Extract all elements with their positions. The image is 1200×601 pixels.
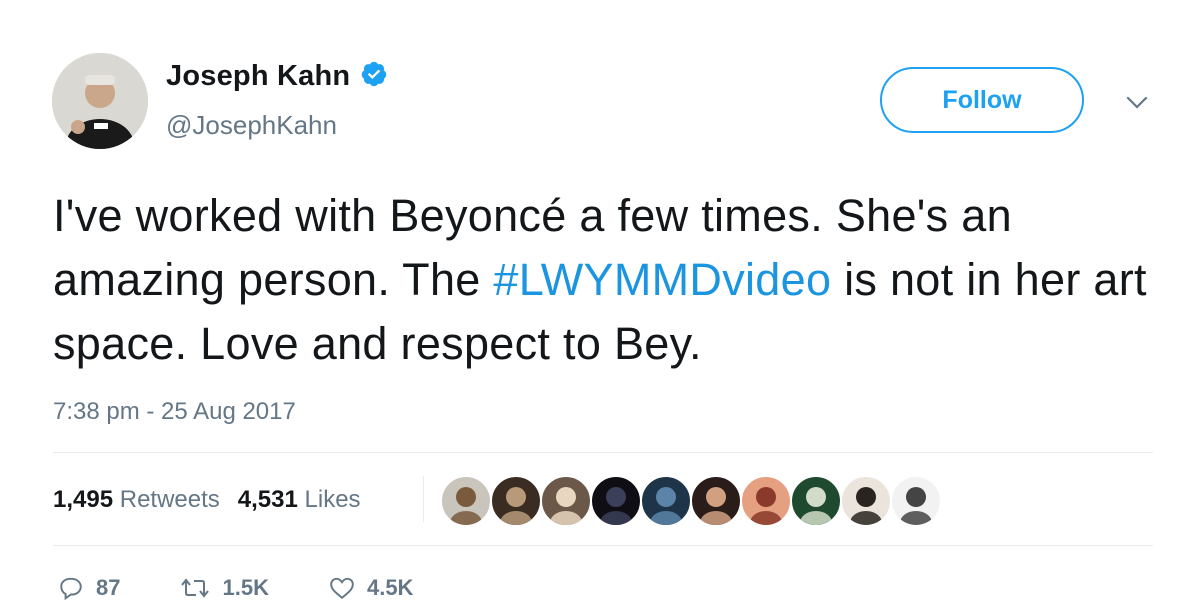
divider xyxy=(53,545,1153,546)
verified-badge-icon xyxy=(360,60,388,93)
liker-avatar[interactable] xyxy=(790,475,842,527)
author-name[interactable]: Joseph Kahn xyxy=(166,60,350,93)
author-avatar[interactable] xyxy=(52,53,148,149)
retweets-count: 1,495 xyxy=(53,486,114,513)
liker-avatar[interactable] xyxy=(440,475,492,527)
reply-count: 87 xyxy=(96,575,121,600)
reply-button[interactable]: 87 xyxy=(58,575,120,601)
liker-avatar[interactable] xyxy=(840,475,892,527)
liker-avatar[interactable] xyxy=(540,475,592,527)
liker-avatar[interactable] xyxy=(490,475,542,527)
liker-avatar[interactable] xyxy=(590,475,642,527)
profile-photo-icon xyxy=(52,53,148,149)
author-name-row: Joseph Kahn xyxy=(166,60,388,93)
liker-avatars xyxy=(440,475,942,527)
reply-icon xyxy=(60,577,82,600)
heart-icon xyxy=(330,577,354,599)
likes-label: Likes xyxy=(304,486,361,513)
chevron-down-icon[interactable] xyxy=(1126,96,1148,115)
retweet-button[interactable]: 1.5K xyxy=(180,575,269,601)
retweets-stat[interactable]: 1,495 Retweets xyxy=(53,486,220,514)
stats-separator xyxy=(423,476,424,522)
like-count: 4.5K xyxy=(366,575,414,600)
like-button[interactable]: 4.5K xyxy=(329,575,413,601)
retweet-icon xyxy=(181,578,210,598)
tweet-timestamp[interactable]: 7:38 pm - 25 Aug 2017 xyxy=(53,398,296,426)
liker-avatar[interactable] xyxy=(640,475,692,527)
liker-avatar[interactable] xyxy=(690,475,742,527)
retweets-label: Retweets xyxy=(119,486,220,513)
tweet-actions: 87 1.5K 4.5K xyxy=(58,575,473,601)
follow-button[interactable]: Follow xyxy=(880,67,1084,133)
author-handle[interactable]: @JosephKahn xyxy=(166,110,337,141)
likes-stat[interactable]: 4,531 Likes xyxy=(238,486,361,514)
liker-avatar[interactable] xyxy=(740,475,792,527)
retweet-count: 1.5K xyxy=(222,575,269,600)
tweet-stats: 1,495 Retweets 4,531 Likes xyxy=(53,486,361,514)
liker-avatar[interactable] xyxy=(890,475,942,527)
hashtag-link[interactable]: #LWYMMDvideo xyxy=(493,254,831,305)
divider xyxy=(53,452,1153,453)
likes-count: 4,531 xyxy=(237,486,298,513)
tweet-text: I've worked with Beyoncé a few times. Sh… xyxy=(53,184,1163,376)
